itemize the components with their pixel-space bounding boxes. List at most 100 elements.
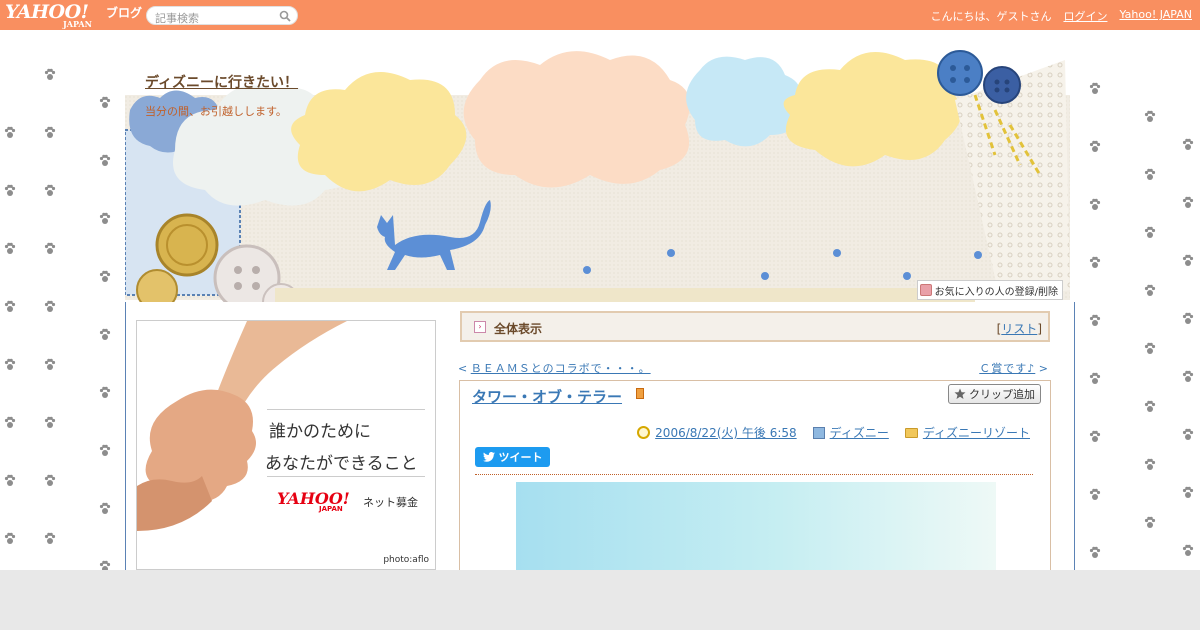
paw-icon xyxy=(1089,198,1101,210)
paw-icon xyxy=(1144,400,1156,412)
paw-icon xyxy=(4,242,16,254)
paw-icon xyxy=(1144,342,1156,354)
arrow-icon: › xyxy=(474,321,486,333)
paw-icon xyxy=(44,358,56,370)
meta-folder: ディズニーリゾート xyxy=(904,424,1030,441)
meta-category: ディズニー xyxy=(812,424,889,441)
paw-icon xyxy=(1182,312,1194,324)
paw-icon xyxy=(1089,488,1101,500)
page-footer-strip xyxy=(0,570,1200,630)
article-card: タワー・オブ・テラー クリップ追加 2006/8/22(火) 午後 6:58 デ… xyxy=(459,380,1051,570)
paw-icon xyxy=(1182,196,1194,208)
prev-article-nav: < ＢＥＡＭＳとのコラボで・・・。 xyxy=(458,360,651,376)
hands-illustration xyxy=(137,321,347,531)
search-input[interactable] xyxy=(155,10,280,27)
paw-icon xyxy=(4,474,16,486)
ad-rule-top xyxy=(267,409,425,410)
paw-icon xyxy=(1144,284,1156,296)
paw-icon xyxy=(1089,256,1101,268)
paw-icon xyxy=(1144,110,1156,122)
paw-icon xyxy=(99,502,111,514)
content-frame: 誰かのために あなたができること YAHOO! JAPAN ネット募金 phot… xyxy=(125,302,1075,570)
paw-icon xyxy=(99,154,111,166)
paw-icon xyxy=(1182,486,1194,498)
ad-rule-bottom xyxy=(267,476,425,477)
blog-description: 当分の間、お引越しします。 xyxy=(145,105,287,118)
clip-add-label: クリップ追加 xyxy=(969,388,1035,401)
prev-article-link[interactable]: ＢＥＡＭＳとのコラボで・・・。 xyxy=(471,362,651,375)
paw-icon xyxy=(44,68,56,80)
paw-icon xyxy=(1144,516,1156,528)
list-view-toggle: [リスト] xyxy=(997,320,1042,337)
ad-line-2: あなたができること xyxy=(265,454,418,474)
view-mode-bar: › 全体表示 [リスト] xyxy=(460,311,1050,342)
twitter-bird-icon xyxy=(482,452,495,462)
paw-icon xyxy=(99,386,111,398)
paw-icon xyxy=(1182,428,1194,440)
top-bar: YAHOO! JAPAN ブログ こんにちは、ゲストさん ログイン Yahoo!… xyxy=(0,0,1200,30)
clip-add-button[interactable]: クリップ追加 xyxy=(948,384,1041,404)
paw-icon xyxy=(1089,314,1101,326)
paw-icon xyxy=(1144,458,1156,470)
paw-icon xyxy=(44,474,56,486)
paw-icon xyxy=(4,126,16,138)
paw-icon xyxy=(1144,168,1156,180)
article-category-link[interactable]: ディズニー xyxy=(830,424,889,441)
favorite-register-button[interactable]: お気に入りの人の登録/削除 xyxy=(916,280,1063,300)
category-icon xyxy=(812,426,825,439)
logo-sub-text: JAPAN xyxy=(63,19,92,29)
ad-line-1: 誰かのために xyxy=(269,422,371,442)
paw-icon xyxy=(44,126,56,138)
star-icon xyxy=(954,388,966,399)
next-article-link[interactable]: Ｃ賞です♪ xyxy=(979,362,1035,375)
next-article-nav: Ｃ賞です♪ > xyxy=(979,360,1048,376)
tweet-button[interactable]: ツイート xyxy=(475,447,550,467)
paw-icon xyxy=(1182,254,1194,266)
favorite-register-label: お気に入りの人の登録/削除 xyxy=(934,286,1058,298)
ad-label: ネット募金 xyxy=(363,496,418,509)
paw-icon xyxy=(1182,544,1194,556)
paw-icon xyxy=(99,444,111,456)
view-all-label[interactable]: 全体表示 xyxy=(494,320,542,337)
paw-icon xyxy=(1182,370,1194,382)
prev-arrow: < xyxy=(458,362,468,375)
paw-icon xyxy=(4,300,16,312)
article-date-link[interactable]: 2006/8/22(火) 午後 6:58 xyxy=(655,424,796,441)
paw-icon xyxy=(44,532,56,544)
meta-date: 2006/8/22(火) 午後 6:58 xyxy=(637,424,797,441)
search-icon[interactable] xyxy=(279,10,291,22)
paw-icon xyxy=(4,416,16,428)
article-folder-link[interactable]: ディズニーリゾート xyxy=(923,424,1030,441)
paw-icon xyxy=(1089,546,1101,558)
paw-icon xyxy=(99,96,111,108)
article-divider xyxy=(475,474,1033,475)
paw-icon xyxy=(99,328,111,340)
next-arrow: > xyxy=(1038,362,1048,375)
yahoo-japan-link[interactable]: Yahoo! JAPAN xyxy=(1119,8,1192,24)
paw-icon xyxy=(1182,138,1194,150)
article-title[interactable]: タワー・オブ・テラー xyxy=(472,386,622,407)
mobile-post-icon xyxy=(636,388,644,399)
folder-icon xyxy=(904,427,918,438)
paw-icon xyxy=(99,270,111,282)
paw-icon xyxy=(1089,82,1101,94)
login-link[interactable]: ログイン xyxy=(1063,8,1107,24)
paw-icon xyxy=(4,184,16,196)
paw-icon xyxy=(44,300,56,312)
list-bracket-close: ] xyxy=(1037,322,1042,336)
paw-icon xyxy=(4,532,16,544)
paw-icon xyxy=(44,416,56,428)
search-box xyxy=(146,6,298,27)
paw-icon xyxy=(1089,372,1101,384)
greeting-text: こんにちは、ゲストさん xyxy=(930,10,1052,23)
paw-icon xyxy=(1144,226,1156,238)
paw-icon xyxy=(44,184,56,196)
paw-icon xyxy=(44,242,56,254)
logo-blog-text: ブログ xyxy=(106,6,143,20)
paw-icon xyxy=(1089,430,1101,442)
top-links: こんにちは、ゲストさん ログイン Yahoo! JAPAN xyxy=(930,8,1192,24)
list-view-link[interactable]: リスト xyxy=(1001,322,1037,336)
ad-banner[interactable]: 誰かのために あなたができること YAHOO! JAPAN ネット募金 phot… xyxy=(136,320,436,570)
blog-title[interactable]: ディズニーに行きたい！ xyxy=(145,72,298,92)
paw-icon xyxy=(1089,140,1101,152)
